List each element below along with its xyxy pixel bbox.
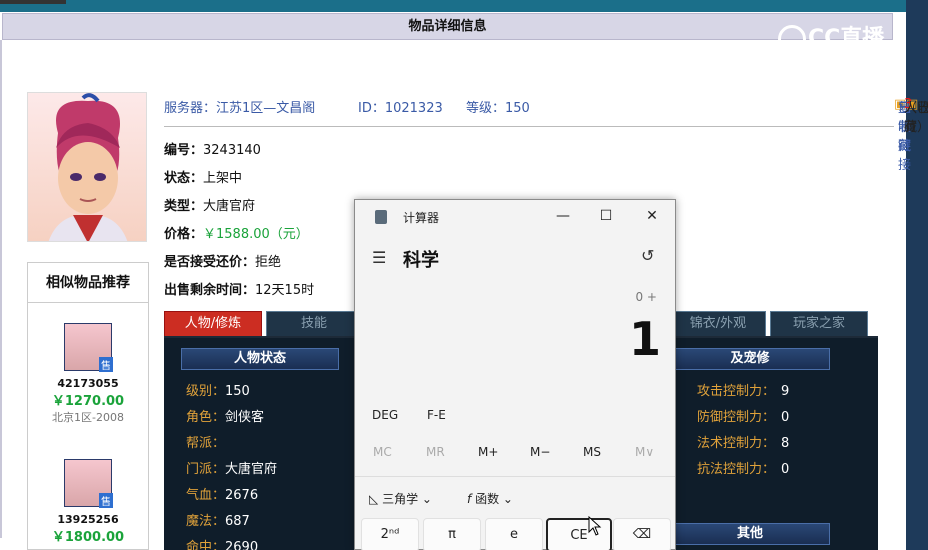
similar-item-id: 13925256 bbox=[57, 513, 119, 526]
item-info-header: 服务器：江苏1区—文昌阁 ID：1021323 等级：150 ▣ 复制链接 ▣ 已收… bbox=[164, 97, 928, 173]
ms-button[interactable]: MS bbox=[583, 445, 601, 459]
logo-text: CC直播 bbox=[808, 26, 885, 51]
item-number-row: 编号：3243140 bbox=[164, 143, 261, 158]
item-number: 3243140 bbox=[203, 143, 261, 158]
similar-item-price: ￥1800.00 bbox=[51, 530, 125, 545]
calculator-display: 1 bbox=[628, 312, 661, 366]
deg-button[interactable]: DEG bbox=[372, 408, 398, 422]
chevron-down-icon: ⌄ bbox=[502, 492, 513, 506]
backspace-key[interactable]: ⌫ bbox=[613, 518, 671, 550]
item-thumbnail[interactable]: 售 bbox=[64, 323, 113, 372]
item-price: ￥1588.00（元） bbox=[203, 227, 309, 242]
memory-list-button[interactable]: M∨ bbox=[635, 445, 654, 459]
section-other: 其他 bbox=[670, 523, 830, 545]
item-price-row: 价格：￥1588.00（元） bbox=[164, 227, 309, 242]
m-plus-button[interactable]: M+ bbox=[478, 445, 498, 459]
similar-items-heading: 相似物品推荐 bbox=[28, 263, 148, 303]
stat-resist-control: 抗法控制力： 0 bbox=[697, 462, 790, 477]
calculator-app-icon bbox=[375, 210, 387, 224]
m-minus-button[interactable]: M− bbox=[530, 445, 550, 459]
pi-key[interactable]: π bbox=[423, 518, 481, 550]
calculator-titlebar[interactable]: 计算器 — ☐ ✕ bbox=[355, 200, 675, 232]
trigonometry-dropdown[interactable]: ◺ 三角学 ⌄ bbox=[369, 490, 432, 507]
item-type-row: 类型：大唐官府 bbox=[164, 199, 256, 214]
hamburger-menu-icon[interactable]: ☰ bbox=[372, 248, 386, 267]
function-icon: f bbox=[467, 492, 472, 506]
browser-top-bar bbox=[0, 0, 928, 12]
similar-item-server: 北京1区-2008 bbox=[52, 411, 124, 424]
stat-level: 级别：150 bbox=[186, 384, 250, 399]
stat-hit: 命中：2690 bbox=[186, 540, 259, 550]
calculator-mode: 科学 bbox=[403, 250, 439, 271]
section-pet-cultivation: 及宠修 bbox=[670, 348, 830, 370]
tab-outfit[interactable]: 锦衣/外观 bbox=[670, 311, 766, 336]
e-key[interactable]: e bbox=[485, 518, 543, 550]
item-thumbnail[interactable]: 售 bbox=[64, 459, 113, 508]
cc-logo-icon bbox=[778, 25, 806, 53]
calculator-window: 计算器 — ☐ ✕ ☰ 科学 ↺ 0 + 1 DEG F-E MC MR M+ … bbox=[354, 199, 676, 550]
mc-button[interactable]: MC bbox=[373, 445, 392, 459]
character-avatar bbox=[27, 92, 147, 242]
stat-attack-control: 攻击控制力： 9 bbox=[697, 384, 790, 399]
stat-mp: 魔法：687 bbox=[186, 514, 250, 529]
server-label: 服务器：江苏1区—文昌阁 bbox=[164, 101, 316, 116]
item-status: 上架中 bbox=[203, 171, 243, 186]
similar-item-id: 42173055 bbox=[57, 377, 119, 390]
right-edge-strip bbox=[906, 0, 928, 550]
list-item[interactable]: 售 42173055 ￥1270.00 北京1区-2008 bbox=[28, 323, 148, 425]
mouse-cursor-icon bbox=[588, 516, 602, 536]
maximize-icon[interactable]: ☐ bbox=[596, 206, 616, 226]
tab-character[interactable]: 人物/修炼 bbox=[164, 311, 262, 336]
item-type: 大唐官府 bbox=[203, 199, 256, 214]
tab-skills[interactable]: 技能 bbox=[266, 311, 362, 336]
item-id: ID：1021323 bbox=[358, 101, 443, 116]
second-key[interactable]: 2ⁿᵈ bbox=[361, 518, 419, 550]
remaining-time: 12天15时 bbox=[255, 283, 315, 298]
item-level: 等级：150 bbox=[466, 101, 530, 116]
ce-key[interactable]: CE bbox=[546, 518, 612, 550]
item-status-row: 状态：上架中 bbox=[164, 171, 243, 186]
stat-hp: 气血：2676 bbox=[186, 488, 259, 503]
fe-button[interactable]: F-E bbox=[427, 408, 446, 422]
stat-sect: 门派：大唐官府 bbox=[186, 462, 278, 477]
left-gutter bbox=[0, 40, 2, 538]
chevron-down-icon: ⌄ bbox=[421, 492, 432, 506]
stat-magic-control: 法术控制力： 8 bbox=[697, 436, 790, 451]
swordsman-portrait-icon bbox=[48, 93, 128, 241]
cc-live-logo: CC直播 bbox=[778, 20, 884, 53]
bargain-value: 拒绝 bbox=[255, 255, 282, 270]
stat-guild: 帮派： bbox=[186, 436, 226, 451]
close-icon[interactable]: ✕ bbox=[642, 206, 662, 226]
function-dropdown[interactable]: f 函数 ⌄ bbox=[467, 490, 513, 507]
stat-defense-control: 防御控制力： 0 bbox=[697, 410, 790, 425]
page-title: 物品详细信息 bbox=[2, 13, 893, 40]
similar-item-price: ￥1270.00 bbox=[51, 394, 125, 409]
mr-button[interactable]: MR bbox=[426, 445, 445, 459]
stat-role: 角色：剑侠客 bbox=[186, 410, 265, 425]
bargain-row: 是否接受还价：拒绝 bbox=[164, 255, 282, 270]
browser-tab[interactable] bbox=[0, 0, 66, 4]
minimize-icon[interactable]: — bbox=[553, 206, 573, 226]
similar-items-panel: 相似物品推荐 售 42173055 ￥1270.00 北京1区-2008 售 1… bbox=[27, 262, 149, 550]
history-icon[interactable]: ↺ bbox=[641, 246, 654, 265]
sold-badge: 售 bbox=[99, 493, 113, 508]
calculator-expression: 0 + bbox=[635, 290, 657, 304]
tab-home[interactable]: 玩家之家 bbox=[770, 311, 868, 336]
triangle-icon: ◺ bbox=[369, 492, 379, 506]
remaining-time-row: 出售剩余时间：12天15时 bbox=[164, 283, 315, 298]
sold-badge: 售 bbox=[99, 357, 113, 372]
list-item[interactable]: 售 13925256 ￥1800.00 bbox=[28, 459, 148, 545]
calculator-divider bbox=[355, 476, 675, 477]
calculator-title: 计算器 bbox=[403, 211, 440, 225]
section-character-status: 人物状态 bbox=[181, 348, 339, 370]
